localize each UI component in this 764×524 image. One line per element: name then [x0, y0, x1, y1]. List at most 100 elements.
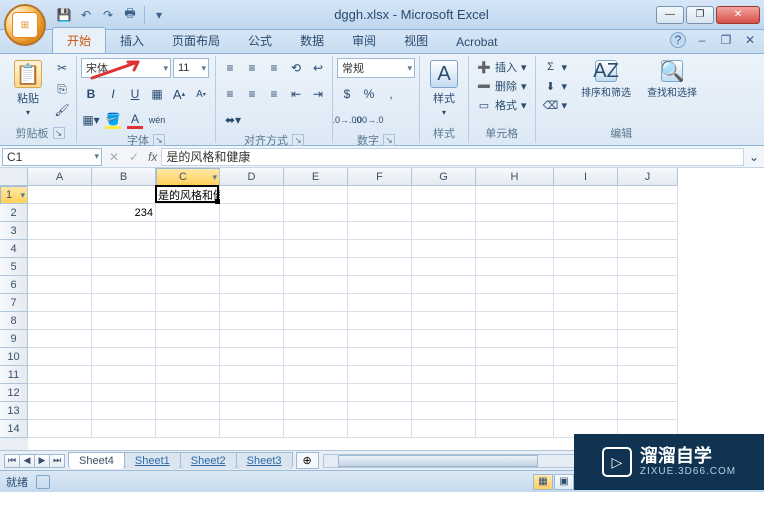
row-header[interactable]: 14: [0, 420, 28, 438]
cell[interactable]: [412, 348, 476, 366]
cell[interactable]: [476, 240, 554, 258]
sort-filter-button[interactable]: AZ 排序和筛选: [575, 58, 637, 101]
font-launcher-icon[interactable]: ↘: [153, 134, 165, 146]
fx-icon[interactable]: fx: [148, 150, 157, 164]
cell[interactable]: [92, 402, 156, 420]
restore-window-icon[interactable]: ❐: [718, 32, 734, 48]
cell[interactable]: [554, 294, 618, 312]
cell[interactable]: [220, 366, 284, 384]
number-format-select[interactable]: 常规: [337, 58, 415, 78]
cell[interactable]: [348, 384, 412, 402]
cell[interactable]: [412, 204, 476, 222]
new-sheet-icon[interactable]: ⊕: [296, 452, 319, 469]
format-painter-icon[interactable]: 🖌: [52, 100, 72, 120]
first-sheet-icon[interactable]: ⏮: [4, 454, 20, 468]
align-top-icon[interactable]: ≡: [220, 58, 240, 78]
row-header[interactable]: 12: [0, 384, 28, 402]
select-all-corner[interactable]: [0, 168, 28, 186]
cell[interactable]: [28, 348, 92, 366]
tab-formulas[interactable]: 公式: [234, 28, 286, 53]
cell[interactable]: [412, 294, 476, 312]
cell[interactable]: [412, 240, 476, 258]
cell[interactable]: [156, 420, 220, 438]
cell[interactable]: [348, 366, 412, 384]
row-header[interactable]: 13: [0, 402, 28, 420]
column-header[interactable]: I: [554, 168, 618, 186]
cell[interactable]: [554, 240, 618, 258]
cell[interactable]: [28, 330, 92, 348]
cell[interactable]: [92, 330, 156, 348]
cell[interactable]: [284, 240, 348, 258]
cell[interactable]: [412, 186, 476, 204]
align-right-icon[interactable]: ≡: [264, 84, 284, 104]
percent-icon[interactable]: %: [359, 84, 379, 104]
sheet-tab[interactable]: Sheet2: [180, 452, 237, 469]
cell[interactable]: [412, 384, 476, 402]
cell[interactable]: [220, 330, 284, 348]
cell[interactable]: [554, 204, 618, 222]
cell[interactable]: [348, 222, 412, 240]
cell[interactable]: 是的风格和健康: [156, 186, 220, 204]
cell[interactable]: [554, 258, 618, 276]
cell[interactable]: [412, 312, 476, 330]
cell[interactable]: [28, 258, 92, 276]
cell[interactable]: [92, 240, 156, 258]
cell[interactable]: [92, 276, 156, 294]
cell[interactable]: [92, 420, 156, 438]
row-header[interactable]: 6: [0, 276, 28, 294]
cell[interactable]: [284, 420, 348, 438]
cell[interactable]: 234: [92, 204, 156, 222]
tab-insert[interactable]: 插入: [106, 28, 158, 53]
cell[interactable]: [92, 186, 156, 204]
cell[interactable]: [476, 366, 554, 384]
cell[interactable]: [284, 222, 348, 240]
cell[interactable]: [284, 204, 348, 222]
cell[interactable]: [28, 240, 92, 258]
print-icon[interactable]: 🖶: [122, 7, 138, 23]
cell[interactable]: [284, 258, 348, 276]
delete-cells-button[interactable]: ➖删除▾: [473, 77, 531, 95]
cell[interactable]: [348, 348, 412, 366]
row-header[interactable]: 2: [0, 204, 28, 222]
format-cells-button[interactable]: ▭格式▾: [473, 96, 531, 114]
redo-icon[interactable]: ↷: [100, 7, 116, 23]
column-header[interactable]: D: [220, 168, 284, 186]
cell[interactable]: [284, 276, 348, 294]
cell[interactable]: [28, 222, 92, 240]
cell[interactable]: [284, 402, 348, 420]
comma-icon[interactable]: ,: [381, 84, 401, 104]
cell[interactable]: [554, 312, 618, 330]
spreadsheet-grid[interactable]: ABCDEFGHIJ1234567891011121314是的风格和健康234: [0, 168, 764, 450]
cell[interactable]: [156, 294, 220, 312]
maximize-button[interactable]: ❐: [686, 6, 714, 24]
cell[interactable]: [28, 204, 92, 222]
orientation-icon[interactable]: ⟲: [286, 58, 306, 78]
find-select-button[interactable]: 🔍 查找和选择: [641, 58, 703, 101]
row-header[interactable]: 9: [0, 330, 28, 348]
fill-button[interactable]: ⬇▾: [540, 77, 572, 95]
cell[interactable]: [220, 222, 284, 240]
cell[interactable]: [476, 204, 554, 222]
cell[interactable]: [156, 240, 220, 258]
align-bottom-icon[interactable]: ≡: [264, 58, 284, 78]
cell[interactable]: [92, 312, 156, 330]
cell[interactable]: [156, 258, 220, 276]
underline-button[interactable]: U: [125, 84, 145, 104]
cell[interactable]: [156, 366, 220, 384]
row-header[interactable]: 11: [0, 366, 28, 384]
macro-record-icon[interactable]: [36, 475, 50, 489]
cell[interactable]: [28, 420, 92, 438]
font-color-icon[interactable]: A: [125, 110, 145, 130]
cell[interactable]: [618, 348, 678, 366]
cell[interactable]: [28, 186, 92, 204]
name-box[interactable]: C1: [2, 148, 102, 166]
clear-button[interactable]: ⌫▾: [540, 96, 572, 114]
cell[interactable]: [28, 294, 92, 312]
border-dropdown-icon[interactable]: ▦▾: [81, 110, 101, 130]
cell[interactable]: [92, 294, 156, 312]
bold-button[interactable]: B: [81, 84, 101, 104]
cell[interactable]: [412, 330, 476, 348]
column-header[interactable]: G: [412, 168, 476, 186]
cancel-formula-icon[interactable]: ✕: [104, 147, 124, 167]
cell[interactable]: [348, 276, 412, 294]
